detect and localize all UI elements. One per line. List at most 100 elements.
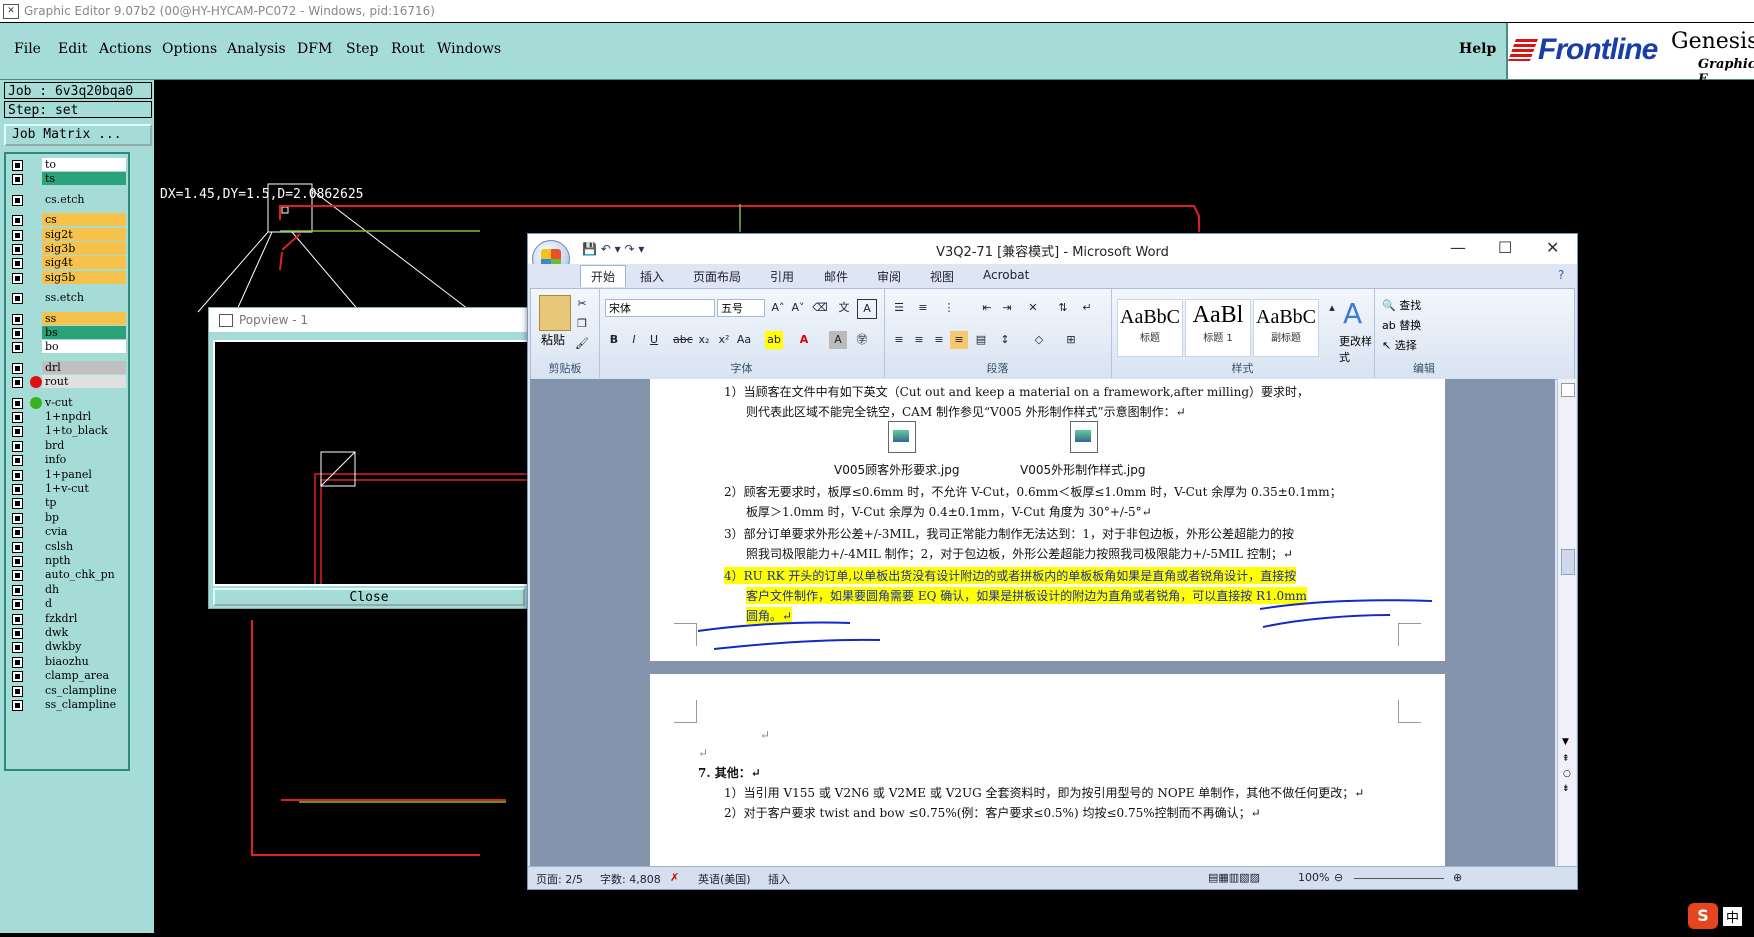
next-page-icon[interactable]: ⇟	[1562, 784, 1570, 794]
scroll-down-icon[interactable]: ▼	[1562, 737, 1569, 747]
layer-name[interactable]: dwkby	[42, 640, 126, 654]
highlight-icon[interactable]: ab	[765, 331, 783, 349]
layer-name[interactable]: drl	[42, 360, 126, 374]
menu-windows[interactable]: Windows	[437, 41, 501, 57]
layer-name[interactable]: 1+panel	[42, 467, 126, 481]
close-icon[interactable]: ✕	[1546, 238, 1559, 257]
layer-name[interactable]: ss_clampline	[42, 698, 126, 711]
layer-row[interactable]: to	[8, 158, 126, 172]
proofing-icon[interactable]: ✗	[670, 871, 679, 884]
strikethrough-icon[interactable]: abc	[673, 331, 693, 349]
tab-mailings[interactable]: 邮件	[824, 268, 848, 285]
layer-name[interactable]: dwk	[42, 626, 126, 639]
menu-dfm[interactable]: DFM	[297, 41, 332, 57]
layer-name[interactable]: tp	[42, 496, 126, 510]
layer-checkbox[interactable]	[12, 527, 23, 539]
phonetic-icon[interactable]: 文	[835, 299, 853, 317]
menu-step[interactable]: Step	[346, 41, 378, 57]
layer-row[interactable]: cs.etch	[8, 192, 126, 207]
layer-row[interactable]: dh	[8, 582, 126, 597]
menu-edit[interactable]: Edit	[58, 41, 87, 57]
tab-home[interactable]: 开始	[580, 265, 627, 287]
layer-row[interactable]: ss_clampline	[8, 698, 126, 712]
layer-row[interactable]: 1+npdrl	[8, 410, 126, 424]
layer-row[interactable]: npth	[8, 554, 126, 568]
copy-icon[interactable]: ❐	[573, 315, 591, 333]
menu-rout[interactable]: Rout	[391, 41, 425, 57]
numbering-icon[interactable]: ≡	[914, 299, 932, 317]
layer-row[interactable]: bs	[8, 326, 126, 340]
paste-icon[interactable]	[539, 295, 571, 331]
decrease-indent-icon[interactable]: ⇤	[978, 299, 996, 317]
document-area[interactable]: 1）当顾客在文件中有如下英文（Cut out and keep a materi…	[530, 379, 1555, 866]
layer-name[interactable]: ss.etch	[42, 291, 126, 305]
layer-row[interactable]: rout	[8, 375, 126, 389]
layer-name[interactable]: cs	[42, 213, 126, 227]
layer-name[interactable]: 1+npdrl	[42, 410, 126, 423]
layer-row[interactable]: cs	[8, 213, 126, 227]
layer-name[interactable]: 1+v-cut	[42, 482, 126, 495]
layer-checkbox[interactable]	[12, 656, 23, 668]
style-heading[interactable]: AaBbC 标题	[1117, 299, 1183, 357]
layer-name[interactable]: cslsh	[42, 539, 126, 553]
status-words[interactable]: 字数: 4,808	[600, 871, 661, 887]
layer-row[interactable]: sig3b	[8, 242, 126, 256]
layer-checkbox[interactable]	[12, 628, 23, 639]
ime-logo-icon[interactable]: S	[1688, 903, 1718, 929]
layer-checkbox[interactable]	[12, 642, 23, 654]
layer-checkbox[interactable]	[12, 215, 23, 227]
bold-icon[interactable]: B	[605, 331, 623, 349]
layer-row[interactable]: auto_chk_pn	[8, 568, 126, 582]
layer-row[interactable]: cvia	[8, 525, 126, 539]
layer-row[interactable]: v-cut	[8, 395, 126, 410]
layer-row[interactable]: biaozhu	[8, 654, 126, 669]
tab-acrobat[interactable]: Acrobat	[983, 268, 1029, 282]
multilevel-list-icon[interactable]: ⋮	[940, 299, 958, 317]
layer-row[interactable]: ts	[8, 172, 126, 186]
replace-button[interactable]: ab 替换	[1382, 317, 1421, 333]
char-border-icon[interactable]: A	[857, 299, 877, 319]
job-matrix-button[interactable]: Job Matrix ...	[4, 124, 152, 146]
maximize-icon[interactable]: ☐	[1498, 238, 1512, 257]
ruler-toggle-icon[interactable]	[1561, 383, 1575, 397]
layer-checkbox[interactable]	[12, 613, 23, 625]
layer-name[interactable]: 1+to_black	[42, 424, 126, 438]
layer-name[interactable]: clamp_area	[42, 669, 126, 683]
layer-name[interactable]: ts	[42, 172, 126, 186]
layer-checkbox[interactable]	[12, 293, 23, 305]
menu-help[interactable]: Help	[1459, 41, 1496, 57]
underline-icon[interactable]: U	[645, 331, 663, 349]
layer-name[interactable]: bo	[42, 340, 126, 354]
layer-row[interactable]: 1+v-cut	[8, 482, 126, 496]
layer-checkbox[interactable]	[12, 556, 23, 567]
layer-name[interactable]: bp	[42, 510, 126, 524]
layer-name[interactable]: cvia	[42, 525, 126, 539]
layer-checkbox[interactable]	[12, 599, 23, 611]
layer-checkbox[interactable]	[12, 412, 23, 423]
layer-name[interactable]: auto_chk_pn	[42, 568, 126, 582]
cut-icon[interactable]: ✂	[573, 295, 591, 313]
zoom-in-icon[interactable]: ⊕	[1453, 871, 1462, 884]
layer-checkbox[interactable]	[12, 570, 23, 582]
superscript-icon[interactable]: x²	[715, 331, 733, 349]
layer-row[interactable]: 1+panel	[8, 467, 126, 482]
layer-row[interactable]: clamp_area	[8, 669, 126, 683]
layer-name[interactable]: to	[42, 158, 126, 171]
layer-row[interactable]: 1+to_black	[8, 424, 126, 438]
layer-row[interactable]: info	[8, 453, 126, 467]
menu-file[interactable]: File	[14, 41, 41, 57]
layer-row[interactable]: sig2t	[8, 227, 126, 242]
char-shading-icon[interactable]: A	[829, 331, 847, 349]
align-center-icon[interactable]: ≡	[910, 331, 928, 349]
tab-view[interactable]: 视图	[930, 268, 954, 285]
popview-screen[interactable]	[213, 340, 529, 586]
show-marks-icon[interactable]: ↵	[1078, 299, 1096, 317]
line-spacing-icon[interactable]: ↕	[996, 331, 1014, 349]
layer-checkbox[interactable]	[12, 584, 23, 596]
layer-checkbox[interactable]	[12, 377, 23, 389]
layer-checkbox[interactable]	[12, 484, 23, 495]
find-button[interactable]: 🔍 查找	[1382, 297, 1421, 313]
tab-references[interactable]: 引用	[770, 268, 794, 285]
change-case-icon[interactable]: Aa	[735, 331, 753, 349]
layer-checkbox[interactable]	[12, 258, 23, 270]
